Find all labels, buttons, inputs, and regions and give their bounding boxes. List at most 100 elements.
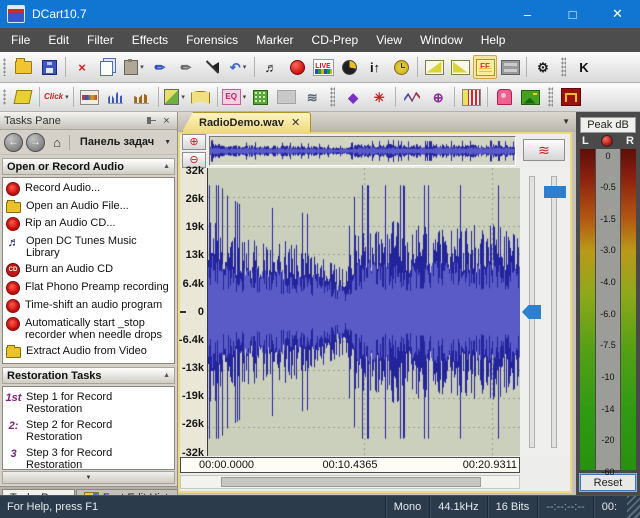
close-button[interactable]: ✕ (595, 0, 640, 28)
open-file-button[interactable]: ▾ (10, 55, 36, 79)
voice-blender-button[interactable]: ▾ (491, 85, 517, 109)
pin-icon[interactable] (147, 117, 160, 124)
delete-button[interactable]: × ▾ (69, 55, 95, 79)
paste-button[interactable]: ▾ (121, 55, 147, 79)
spectrum-analyzer-button[interactable]: ▾ (103, 85, 129, 109)
horizontal-scrollbar[interactable] (180, 475, 520, 489)
dropdown-arrow-icon[interactable]: ▾ (140, 63, 144, 71)
chevron-down-icon[interactable]: ▼ (164, 139, 171, 146)
scratch-filter-button[interactable]: ✳ ▾ (366, 85, 392, 109)
dc-tunes-button[interactable]: ♬ ▾ (258, 55, 284, 79)
go-to-start-button[interactable]: K ▾ (571, 55, 597, 79)
menu-item[interactable]: Marker (247, 28, 302, 52)
save-button[interactable]: ▾ (36, 55, 62, 79)
marker-pen-button[interactable]: ✏ ▾ (147, 55, 173, 79)
task-item[interactable]: Flat Phono Preamp recording (4, 279, 173, 297)
dropdown-arrow-icon[interactable]: ▾ (65, 93, 69, 101)
wheel-filter-button[interactable]: ⊕ ▾ (425, 85, 451, 109)
compressor-button[interactable]: ▾ (497, 55, 523, 79)
task-item[interactable]: 2: Step 2 for Record Restoration (4, 417, 173, 445)
menu-item[interactable]: Filter (78, 28, 123, 52)
task-item[interactable]: 1st Step 1 for Record Restoration (4, 389, 173, 417)
task-item[interactable]: 3 Step 3 for Record Restoration (4, 445, 173, 469)
task-item[interactable]: CD Burn an Audio CD (4, 261, 173, 279)
eq-button[interactable]: EQ ▾ (221, 85, 248, 109)
video-scene-button[interactable]: ▾ (517, 85, 543, 109)
timer-disc-button[interactable]: ▾ (336, 55, 362, 79)
task-item[interactable]: Record Audio... (4, 180, 173, 198)
tab-close-icon[interactable]: ✕ (291, 116, 300, 129)
section-open-or-record[interactable]: Open or Record Audio ▲ (2, 158, 175, 175)
y-axis-tick: 6.4k (182, 277, 204, 290)
media-grid-button[interactable]: ▾ (247, 85, 273, 109)
zoom-slider-handle[interactable] (544, 186, 566, 198)
spectrum-view-button[interactable]: ≋ (523, 139, 565, 161)
task-item[interactable]: Rip an Audio CD... (4, 215, 173, 233)
fade-out-button[interactable]: ▾ (447, 55, 473, 79)
pulse-generator-button[interactable]: ▾ (558, 85, 584, 109)
click-filter-button[interactable]: Click ▾ (43, 85, 70, 109)
toolbar-separator (526, 57, 527, 77)
noise-breeze-button[interactable]: ≋ ▾ (299, 85, 325, 109)
speaker-stripes-button[interactable]: ▾ (458, 85, 484, 109)
menu-item[interactable]: Window (411, 28, 472, 52)
menu-item[interactable]: View (367, 28, 411, 52)
menu-item[interactable]: Effects (123, 28, 177, 52)
position-slider-handle[interactable] (522, 305, 541, 319)
section-restoration-tasks[interactable]: Restoration Tasks ▲ (2, 367, 175, 384)
time-axis: 00:00.0000 00:10.4365 00:20.9311 (180, 457, 520, 473)
tasks-pane-close-icon[interactable]: × (160, 115, 173, 127)
zoom-slider-track[interactable] (551, 176, 557, 448)
mute-button[interactable]: ▾ (199, 55, 225, 79)
fade-in-button[interactable]: ▾ (421, 55, 447, 79)
forward-button[interactable]: → (26, 132, 45, 152)
dropdown-arrow-icon[interactable]: ▾ (181, 93, 185, 101)
maximize-button[interactable]: □ (550, 0, 595, 28)
histogram-button[interactable]: ▾ (129, 85, 155, 109)
input-monitor-button[interactable]: i↑ ▾ (362, 55, 388, 79)
spectrogram-button[interactable]: ▾ (77, 85, 103, 109)
scrollbar-thumb[interactable] (221, 477, 481, 487)
task-item[interactable]: Automatically start _stop recorder when … (4, 315, 173, 343)
undo-button[interactable]: ↶ ▾ (225, 55, 251, 79)
overview-waveform[interactable] (209, 136, 516, 166)
copy-button[interactable]: ▾ (95, 55, 121, 79)
clock-button[interactable]: ▾ (388, 55, 414, 79)
task-item[interactable]: Extract Audio from Video (4, 343, 173, 360)
notebook-button[interactable]: ▾ (188, 85, 214, 109)
ez-impulse-button[interactable]: ▾ (10, 85, 36, 109)
tab-overflow-icon[interactable]: ▼ (562, 117, 570, 126)
ff-marker-button[interactable]: FF ▾ (473, 55, 497, 79)
task-item[interactable]: Open an Audio File... (4, 198, 173, 215)
settings-button[interactable]: ⚙ ▾ (530, 55, 556, 79)
menu-item[interactable]: Help (472, 28, 515, 52)
record-button[interactable]: ▾ (284, 55, 310, 79)
collapse-icon[interactable]: ▲ (163, 372, 170, 379)
file-convert-button[interactable]: ▾ (162, 85, 188, 109)
minimize-button[interactable]: – (505, 0, 550, 28)
menu-item[interactable]: CD-Prep (303, 28, 368, 52)
menu-item[interactable]: File (2, 28, 39, 52)
menu-item[interactable]: Edit (39, 28, 78, 52)
overview-waveform-canvas[interactable] (210, 137, 515, 165)
task-item[interactable]: Time-shift an audio program (4, 297, 173, 315)
dropdown-arrow-icon[interactable]: ▾ (243, 63, 247, 71)
pencil-edit-button[interactable]: ✏ ▾ (173, 55, 199, 79)
document-tab[interactable]: RadioDemo.wav ✕ (182, 112, 312, 132)
back-button[interactable]: ← (4, 132, 23, 152)
waveform-plot[interactable] (207, 168, 520, 456)
main-waveform-canvas[interactable] (208, 168, 520, 456)
home-icon[interactable]: ⌂ (48, 134, 66, 151)
interpolator-button[interactable]: ▾ (399, 85, 425, 109)
zoom-in-button[interactable]: ⊕ (182, 134, 206, 150)
disabled-panel-button[interactable]: ▾ (273, 85, 299, 109)
wind-icon: ≋ (306, 89, 318, 105)
collapse-icon[interactable]: ▲ (163, 163, 170, 170)
skip-start-icon: K (579, 59, 589, 75)
dropdown-arrow-icon[interactable]: ▾ (243, 93, 247, 101)
dynamics-diamond-button[interactable]: ◆ ▾ (340, 85, 366, 109)
task-item[interactable]: ♬ Open DC Tunes Music Library (4, 233, 173, 261)
menu-item[interactable]: Forensics (177, 28, 247, 52)
live-meter-button[interactable]: LIVE ▾ (310, 55, 336, 79)
scroll-down-button[interactable]: ▼ (2, 471, 175, 484)
